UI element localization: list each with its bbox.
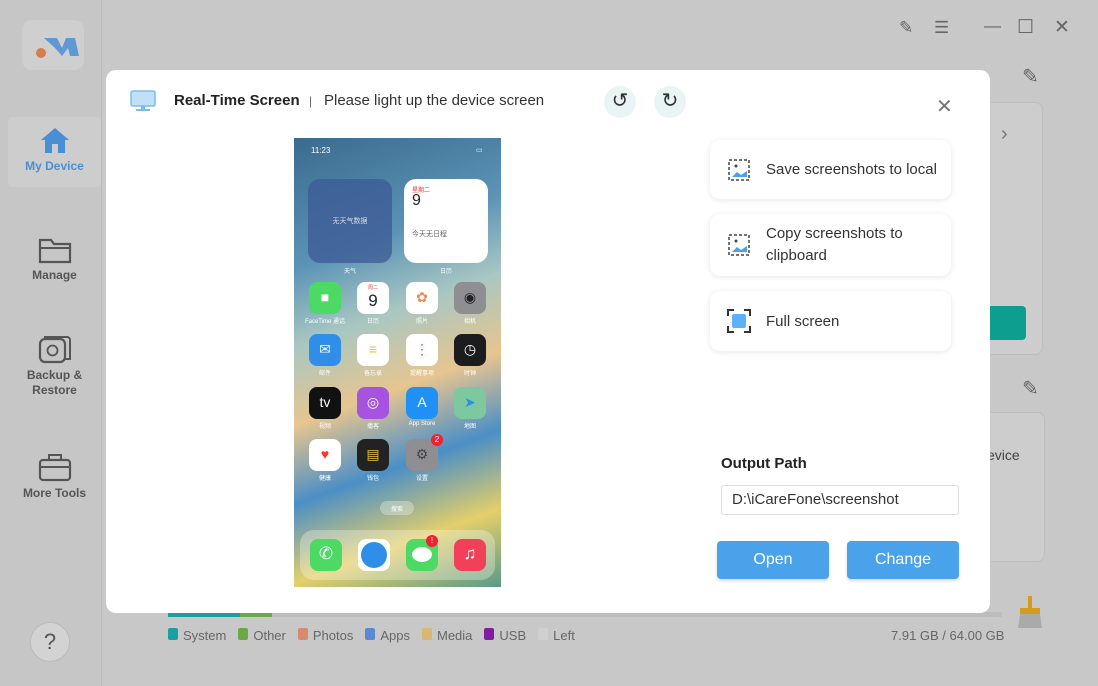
legend-usb: USB (484, 628, 526, 643)
sidebar: My Device Manage Backup & Restore More T… (0, 0, 102, 686)
output-path-input[interactable]: D:\iCareFone\screenshot (721, 485, 959, 515)
close-window-icon[interactable]: ✕ (1054, 16, 1070, 39)
folder-icon (38, 238, 71, 264)
calendar-app-icon[interactable]: 周二 9 (357, 282, 389, 314)
app-label: 播客 (366, 424, 379, 430)
reminders-app-icon[interactable]: ⋮ (406, 334, 438, 366)
full-screen-button[interactable]: Full screen (710, 291, 951, 351)
app-label: 地图 (463, 424, 476, 430)
messages-badge: ! (426, 535, 438, 547)
maximize-icon[interactable]: ☐ (1017, 16, 1034, 39)
legend-other: Other (238, 628, 286, 643)
menu-icon[interactable]: ☰ (934, 18, 949, 38)
legend-photos: Photos (297, 628, 353, 643)
dialog-title: Real-Time Screen (174, 92, 300, 109)
legend-apps: Apps (365, 628, 410, 643)
sidebar-item-label: Manage (32, 268, 77, 282)
dialog-hint: Please light up the device screen (324, 92, 545, 109)
podcasts-app-icon[interactable]: ◎ (357, 387, 389, 419)
facetime-app-icon[interactable]: ■ (309, 282, 341, 314)
real-time-screen-dialog: Real-Time Screen | Please light up the d… (106, 70, 990, 613)
sidebar-item-label: Backup & Restore (26, 368, 83, 397)
sidebar-item-more-tools[interactable]: More Tools (8, 452, 101, 500)
app-store-app-icon[interactable]: A (406, 387, 438, 419)
title-separator: | (309, 94, 313, 108)
wallet-app-icon[interactable]: ▤ (357, 439, 389, 471)
mail-app-icon[interactable]: ✉ (309, 334, 341, 366)
phone-app-icon[interactable]: ✆ (310, 539, 342, 571)
camera-app-icon[interactable]: ◉ (454, 282, 486, 314)
app-label: 设置 (415, 476, 428, 482)
open-button[interactable]: Open (717, 541, 829, 579)
copy-screenshots-clipboard-button[interactable]: Copy screenshots to clipboard (710, 214, 951, 276)
minimize-icon[interactable]: — (984, 16, 1001, 36)
sidebar-item-backup-restore[interactable]: Backup & Restore (8, 334, 101, 398)
fullscreen-icon (727, 309, 751, 333)
widget-label: 日历 (439, 269, 452, 275)
sidebar-item-manage[interactable]: Manage (8, 236, 101, 282)
output-path-label: Output Path (721, 455, 807, 472)
legend-left: Left (538, 628, 575, 643)
rotate-left-button[interactable]: ↺ (604, 86, 636, 118)
settings-badge: 2 (431, 434, 443, 446)
option-label: Copy screenshots to clipboard (766, 225, 903, 264)
legend-system: System (168, 628, 226, 643)
help-button[interactable]: ? (30, 622, 70, 662)
option-label: Save screenshots to local (766, 161, 937, 178)
app-label: 日历 (366, 319, 379, 325)
device-screen-preview: 11:23 ▭ 无天气数据 天气 星期二 9 今天无日程 日历 ■ FaceTim… (294, 138, 501, 587)
legend-media: Media (421, 628, 472, 643)
phone-time: 11:23 (311, 146, 331, 155)
screenshot-save-icon (728, 158, 750, 181)
battery-icon: ▭ (476, 147, 483, 154)
calendar-widget[interactable]: 星期二 9 今天无日程 (404, 179, 488, 263)
app-label: App Store (408, 421, 436, 427)
action-button[interactable] (986, 306, 1026, 340)
storage-used: 7.91 GB / 64.00 GB (891, 628, 1005, 643)
option-label: Full screen (766, 312, 840, 330)
sidebar-item-my-device[interactable]: My Device (8, 117, 101, 187)
clock-app-icon[interactable]: ◷ (454, 334, 486, 366)
app-label: 邮件 (318, 371, 331, 377)
weather-widget[interactable]: 无天气数据 (308, 179, 392, 263)
storage-legend: System Other Photos Apps Media USB Left (168, 628, 575, 643)
tv-app-icon[interactable]: tv (309, 387, 341, 419)
music-app-icon[interactable]: ♫ (454, 539, 486, 571)
photos-app-icon[interactable]: ✿ (406, 282, 438, 314)
notes-app-icon[interactable]: ≡ (357, 334, 389, 366)
device-text: evice (987, 447, 1020, 463)
monitor-icon (130, 90, 156, 117)
app-label: 相机 (463, 319, 476, 325)
app-label: 提醒事项 (409, 371, 434, 377)
save-screenshots-local-button[interactable]: Save screenshots to local (710, 140, 951, 199)
edit-icon[interactable]: ✎ (1022, 64, 1039, 89)
feedback-icon[interactable]: ✎ (899, 18, 913, 38)
app-label: 备忘录 (363, 371, 382, 377)
app-label: 时钟 (463, 371, 476, 377)
home-icon (40, 128, 69, 153)
sidebar-item-label: More Tools (22, 486, 87, 500)
search-pill[interactable]: 搜索 (380, 501, 414, 515)
sidebar-item-label: My Device (25, 159, 84, 173)
widget-label: 天气 (343, 269, 356, 275)
close-dialog-icon[interactable]: ✕ (936, 94, 953, 119)
edit-icon[interactable]: ✎ (1022, 376, 1039, 401)
health-app-icon[interactable]: ♥ (309, 439, 341, 471)
chevron-right-icon[interactable]: › (1001, 123, 1008, 146)
toolbox-icon (38, 454, 71, 482)
app-logo (22, 20, 84, 70)
app-label: 钱包 (366, 476, 379, 482)
maps-app-icon[interactable]: ➤ (454, 387, 486, 419)
app-label: 健康 (318, 476, 331, 482)
phone-dock: ✆ ! ♫ (300, 530, 495, 580)
app-label: 照片 (415, 319, 428, 325)
app-label: FaceTime 通话 (304, 319, 346, 325)
screenshot-copy-icon (728, 234, 750, 256)
change-button[interactable]: Change (847, 541, 959, 579)
rotate-right-button[interactable]: ↻ (654, 86, 686, 118)
safari-app-icon[interactable] (358, 539, 390, 571)
backup-icon (38, 336, 71, 364)
broom-icon[interactable] (1015, 596, 1045, 635)
app-label: 视频 (318, 424, 331, 430)
